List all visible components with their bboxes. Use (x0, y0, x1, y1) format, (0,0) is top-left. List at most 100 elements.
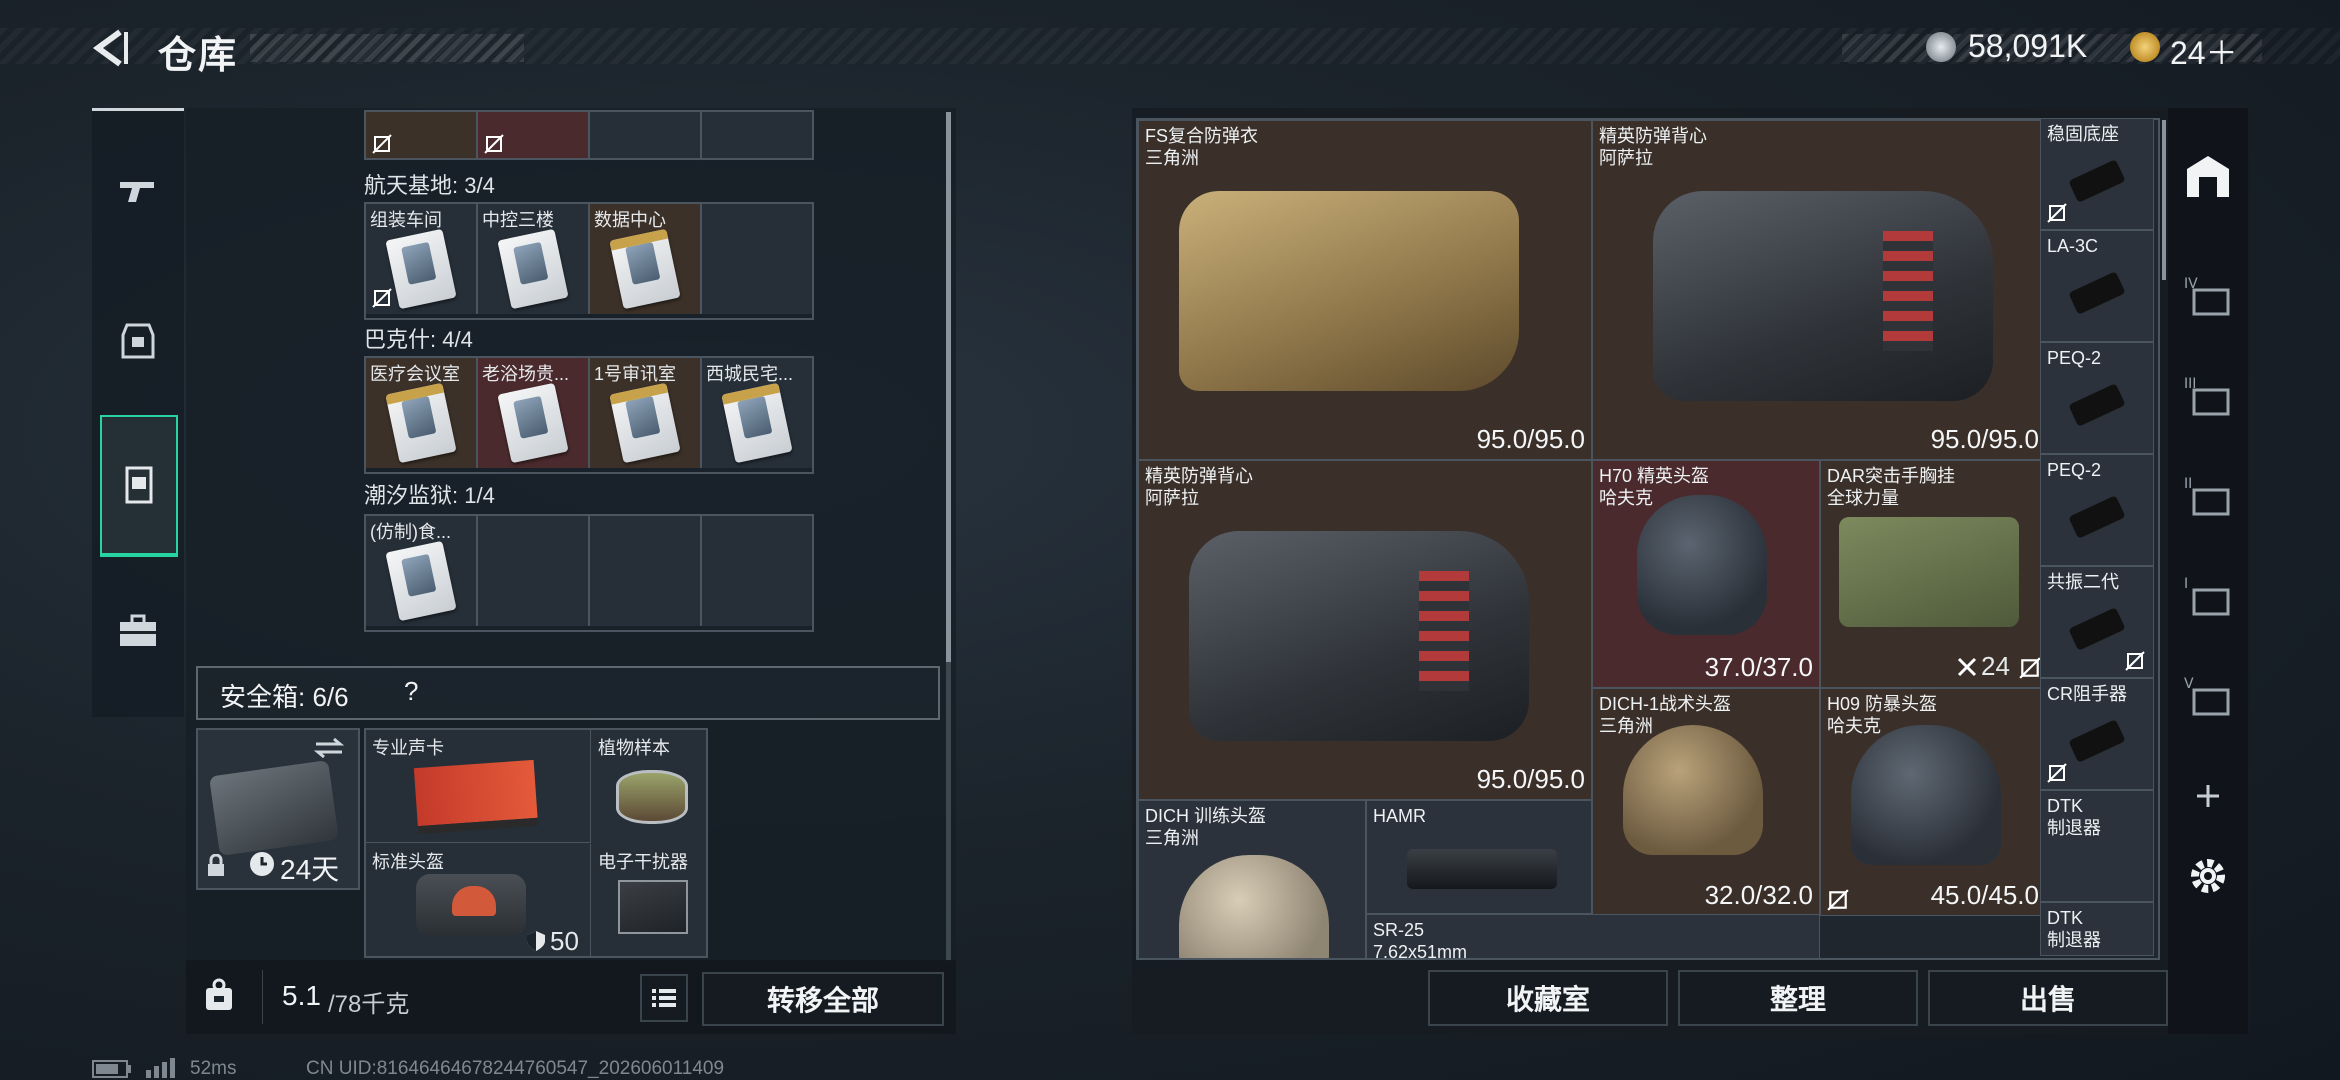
currency-gold[interactable]: 24＋ (2170, 28, 2238, 74)
keycard-name: 西城民宅... (706, 364, 794, 384)
chest-rig-image (1839, 517, 2019, 627)
keycard-slot[interactable] (478, 112, 590, 158)
keycard-slot-empty[interactable] (702, 516, 812, 626)
nav-cards[interactable] (100, 415, 178, 557)
item-name: HAMR (1373, 806, 1426, 826)
left-scrollbar[interactable] (946, 112, 951, 962)
sell-button[interactable]: 出售 (1928, 970, 2168, 1026)
keycard-image (609, 382, 681, 464)
plant-sample-image (616, 770, 688, 824)
item-name: FS复合防弹衣 三角洲 (1145, 126, 1259, 168)
tab-storage-1[interactable]: I (2168, 548, 2248, 644)
keycard-slot-empty[interactable] (702, 204, 812, 314)
back-arrow-icon[interactable] (90, 28, 138, 68)
nav-case[interactable] (92, 571, 184, 691)
keycard-slot-empty[interactable] (478, 516, 590, 626)
nav-armor[interactable] (92, 281, 184, 401)
safe-item-standard-helmet[interactable]: 标准头盔 50 (366, 844, 591, 956)
keycard-slot[interactable]: 西城民宅... (702, 358, 812, 468)
title-decoration (250, 34, 524, 62)
keycard-slot[interactable]: 医疗会议室 (366, 358, 478, 468)
transfer-all-button[interactable]: 转移全部 (702, 972, 944, 1026)
tab-storage-5[interactable]: V (2168, 648, 2248, 744)
item-name: CR阻手器 (2047, 684, 2127, 704)
attachment-cr-grip[interactable]: CR阻手器 (2040, 678, 2154, 790)
keycard-slot[interactable]: 中控三楼 (478, 204, 590, 314)
item-name: DTK 制退器 (2047, 908, 2101, 950)
item-sr25[interactable]: SR-25 7.62x51mm (1366, 914, 1820, 958)
organize-button[interactable]: 整理 (1678, 970, 1918, 1026)
keycard-name: 1号审讯室 (594, 364, 677, 384)
safe-help-button[interactable]: ? (404, 676, 418, 707)
item-hamr[interactable]: HAMR (1366, 800, 1592, 914)
item-fs-armor[interactable]: FS复合防弹衣 三角洲 95.0/95.0 (1138, 120, 1592, 460)
keycard-name: 老浴场贵... (482, 364, 570, 384)
safe-box-container[interactable]: 24天 (196, 728, 360, 890)
settings-button[interactable] (2168, 828, 2248, 924)
shield-icon (527, 931, 545, 951)
armor-icon (121, 323, 155, 359)
helmet-image (1179, 855, 1329, 958)
attachment-resonance-2[interactable]: 共振二代 (2040, 566, 2154, 678)
keycard-slot[interactable]: 1号审讯室 (590, 358, 702, 468)
tab-storage-3[interactable]: III (2168, 348, 2248, 444)
warehouse-icon (2187, 156, 2229, 197)
vest-pattern (1419, 571, 1469, 691)
armor-image (1179, 191, 1519, 391)
keycard-name: 医疗会议室 (370, 364, 460, 384)
storage-tab-icon: V (2184, 676, 2230, 716)
attachment-stable-base[interactable]: 稳固底座 (2040, 118, 2154, 230)
keycard-row-partial (364, 110, 814, 160)
vest-pattern (1883, 231, 1933, 351)
item-name: PEQ-2 (2047, 348, 2102, 368)
keycard-slot[interactable] (590, 112, 702, 158)
keycard-slot[interactable]: 老浴场贵... (478, 358, 590, 468)
vest-image (1653, 191, 1993, 401)
attachment-dtk[interactable]: DTK 制退器 (2040, 790, 2154, 902)
attachment-la3c[interactable]: LA-3C (2040, 230, 2154, 342)
item-elite-vest[interactable]: 精英防弹背心 阿萨拉 95.0/95.0 (1592, 120, 2046, 460)
ping-text: 52ms (190, 1058, 237, 1079)
attachment-dtk-2[interactable]: DTK 制退器 (2040, 902, 2154, 956)
collection-button[interactable]: 收藏室 (1428, 970, 1668, 1026)
item-count: 24 (1981, 651, 2010, 681)
list-view-button[interactable] (640, 974, 688, 1022)
attachment-peq2[interactable]: PEQ-2 (2040, 342, 2154, 454)
keycard-slot[interactable] (366, 112, 478, 158)
keycard-slot[interactable]: 数据中心 (590, 204, 702, 314)
item-h09-helmet[interactable]: H09 防暴头盔 哈夫克 45.0/45.0 (1820, 688, 2046, 916)
item-name: DAR突击手胸挂 全球力量 (1827, 466, 1956, 508)
keycard-row-tidal-prison: (仿制)食... (364, 514, 814, 632)
uid-text: CN UID:81646464678244760547_202606011409 (306, 1058, 725, 1079)
storage-tab-icon: II (2184, 476, 2230, 516)
item-dar-chest-rig[interactable]: DAR突击手胸挂 全球力量 24 (1820, 460, 2046, 688)
keycard-slot-empty[interactable] (590, 516, 702, 626)
keycard-slot[interactable]: 组装车间 (366, 204, 478, 314)
item-durability: 95.0/95.0 (1476, 764, 1585, 794)
keycard-slot[interactable] (702, 112, 812, 158)
safe-item-jammer[interactable]: 电子干扰器 (592, 844, 704, 956)
item-elite-vest-2[interactable]: 精英防弹背心 阿萨拉 95.0/95.0 (1138, 460, 1592, 800)
keycard-slot[interactable]: (仿制)食... (366, 516, 478, 626)
right-scrollbar[interactable] (2162, 120, 2166, 280)
item-h70-helmet[interactable]: H70 精英头盔 哈夫克 37.0/37.0 (1592, 460, 1820, 688)
tab-storage-4[interactable]: IV (2168, 248, 2248, 344)
attachment-peq2-2[interactable]: PEQ-2 (2040, 454, 2154, 566)
left-category-nav (92, 108, 184, 717)
tab-storage-2[interactable]: II (2168, 448, 2248, 544)
keycard-image (385, 382, 457, 464)
left-footer: 5.1 /78千克 转移全部 (186, 960, 956, 1034)
safe-item-plant-sample[interactable]: 植物样本 (592, 730, 704, 842)
left-scrollbar-thumb[interactable] (946, 112, 951, 662)
attachment-image (2068, 383, 2126, 427)
safe-item-sound-card[interactable]: 专业声卡 (366, 730, 591, 843)
swap-icon[interactable] (312, 736, 346, 760)
item-dich-training-helmet[interactable]: DICH 训练头盔 三角洲 (1138, 800, 1366, 958)
attachment-image (2068, 719, 2126, 763)
item-dich1-helmet[interactable]: DICH-1战术头盔 三角洲 32.0/32.0 (1592, 688, 1820, 916)
nav-weapons[interactable] (92, 131, 184, 251)
tab-all[interactable] (2168, 128, 2248, 224)
list-icon (652, 989, 676, 1007)
keycard-name: 组装车间 (370, 210, 442, 230)
weight-icon (206, 978, 232, 1010)
